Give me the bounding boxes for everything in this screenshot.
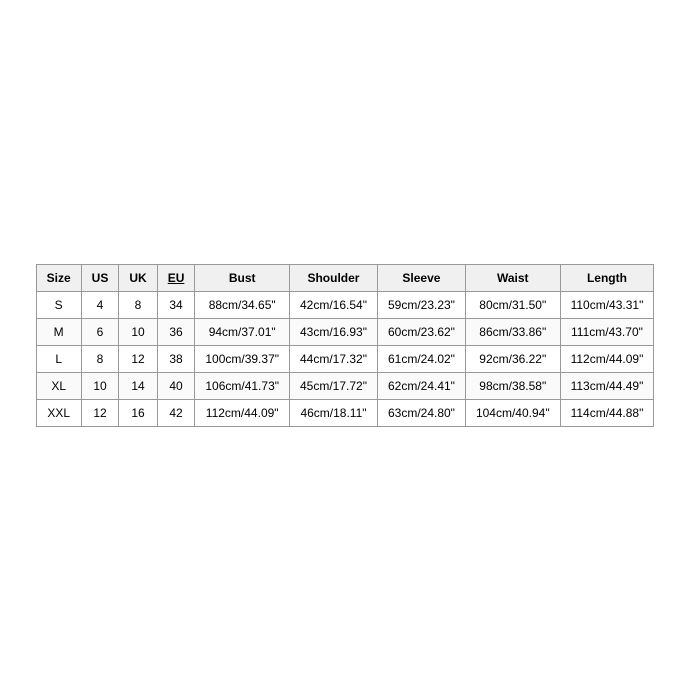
cell-waist: 86cm/33.86" bbox=[465, 318, 560, 345]
header-waist: Waist bbox=[465, 264, 560, 291]
cell-us: 4 bbox=[81, 291, 119, 318]
cell-sleeve: 59cm/23.23" bbox=[377, 291, 465, 318]
cell-us: 10 bbox=[81, 372, 119, 399]
cell-sleeve: 62cm/24.41" bbox=[377, 372, 465, 399]
cell-us: 6 bbox=[81, 318, 119, 345]
size-chart-table: Size US UK EU Bust Shoulder Sleeve Waist… bbox=[36, 264, 655, 427]
table-header-row: Size US UK EU Bust Shoulder Sleeve Waist… bbox=[36, 264, 654, 291]
header-length: Length bbox=[560, 264, 654, 291]
cell-sleeve: 63cm/24.80" bbox=[377, 399, 465, 426]
table-row: L81238100cm/39.37"44cm/17.32"61cm/24.02"… bbox=[36, 345, 654, 372]
cell-waist: 80cm/31.50" bbox=[465, 291, 560, 318]
table-row: S483488cm/34.65"42cm/16.54"59cm/23.23"80… bbox=[36, 291, 654, 318]
cell-shoulder: 42cm/16.54" bbox=[290, 291, 378, 318]
cell-us: 12 bbox=[81, 399, 119, 426]
table-row: XL101440106cm/41.73"45cm/17.72"62cm/24.4… bbox=[36, 372, 654, 399]
cell-length: 110cm/43.31" bbox=[560, 291, 654, 318]
cell-bust: 106cm/41.73" bbox=[195, 372, 290, 399]
cell-eu: 42 bbox=[157, 399, 195, 426]
cell-uk: 10 bbox=[119, 318, 157, 345]
cell-size: L bbox=[36, 345, 81, 372]
header-uk: UK bbox=[119, 264, 157, 291]
cell-eu: 40 bbox=[157, 372, 195, 399]
cell-sleeve: 61cm/24.02" bbox=[377, 345, 465, 372]
cell-bust: 112cm/44.09" bbox=[195, 399, 290, 426]
header-eu: EU bbox=[157, 264, 195, 291]
cell-shoulder: 44cm/17.32" bbox=[290, 345, 378, 372]
cell-length: 114cm/44.88" bbox=[560, 399, 654, 426]
cell-shoulder: 46cm/18.11" bbox=[290, 399, 378, 426]
cell-waist: 104cm/40.94" bbox=[465, 399, 560, 426]
cell-size: XXL bbox=[36, 399, 81, 426]
cell-us: 8 bbox=[81, 345, 119, 372]
header-bust: Bust bbox=[195, 264, 290, 291]
table-row: M6103694cm/37.01"43cm/16.93"60cm/23.62"8… bbox=[36, 318, 654, 345]
cell-eu: 34 bbox=[157, 291, 195, 318]
cell-sleeve: 60cm/23.62" bbox=[377, 318, 465, 345]
cell-uk: 14 bbox=[119, 372, 157, 399]
cell-uk: 16 bbox=[119, 399, 157, 426]
cell-shoulder: 45cm/17.72" bbox=[290, 372, 378, 399]
cell-uk: 8 bbox=[119, 291, 157, 318]
cell-eu: 36 bbox=[157, 318, 195, 345]
cell-eu: 38 bbox=[157, 345, 195, 372]
cell-uk: 12 bbox=[119, 345, 157, 372]
cell-length: 112cm/44.09" bbox=[560, 345, 654, 372]
header-sleeve: Sleeve bbox=[377, 264, 465, 291]
cell-waist: 98cm/38.58" bbox=[465, 372, 560, 399]
cell-bust: 94cm/37.01" bbox=[195, 318, 290, 345]
cell-size: M bbox=[36, 318, 81, 345]
cell-length: 111cm/43.70" bbox=[560, 318, 654, 345]
cell-length: 113cm/44.49" bbox=[560, 372, 654, 399]
cell-bust: 88cm/34.65" bbox=[195, 291, 290, 318]
cell-size: XL bbox=[36, 372, 81, 399]
header-size: Size bbox=[36, 264, 81, 291]
cell-waist: 92cm/36.22" bbox=[465, 345, 560, 372]
table-row: XXL121642112cm/44.09"46cm/18.11"63cm/24.… bbox=[36, 399, 654, 426]
header-shoulder: Shoulder bbox=[290, 264, 378, 291]
cell-size: S bbox=[36, 291, 81, 318]
cell-bust: 100cm/39.37" bbox=[195, 345, 290, 372]
header-us: US bbox=[81, 264, 119, 291]
cell-shoulder: 43cm/16.93" bbox=[290, 318, 378, 345]
size-chart-container: Size US UK EU Bust Shoulder Sleeve Waist… bbox=[26, 254, 665, 437]
